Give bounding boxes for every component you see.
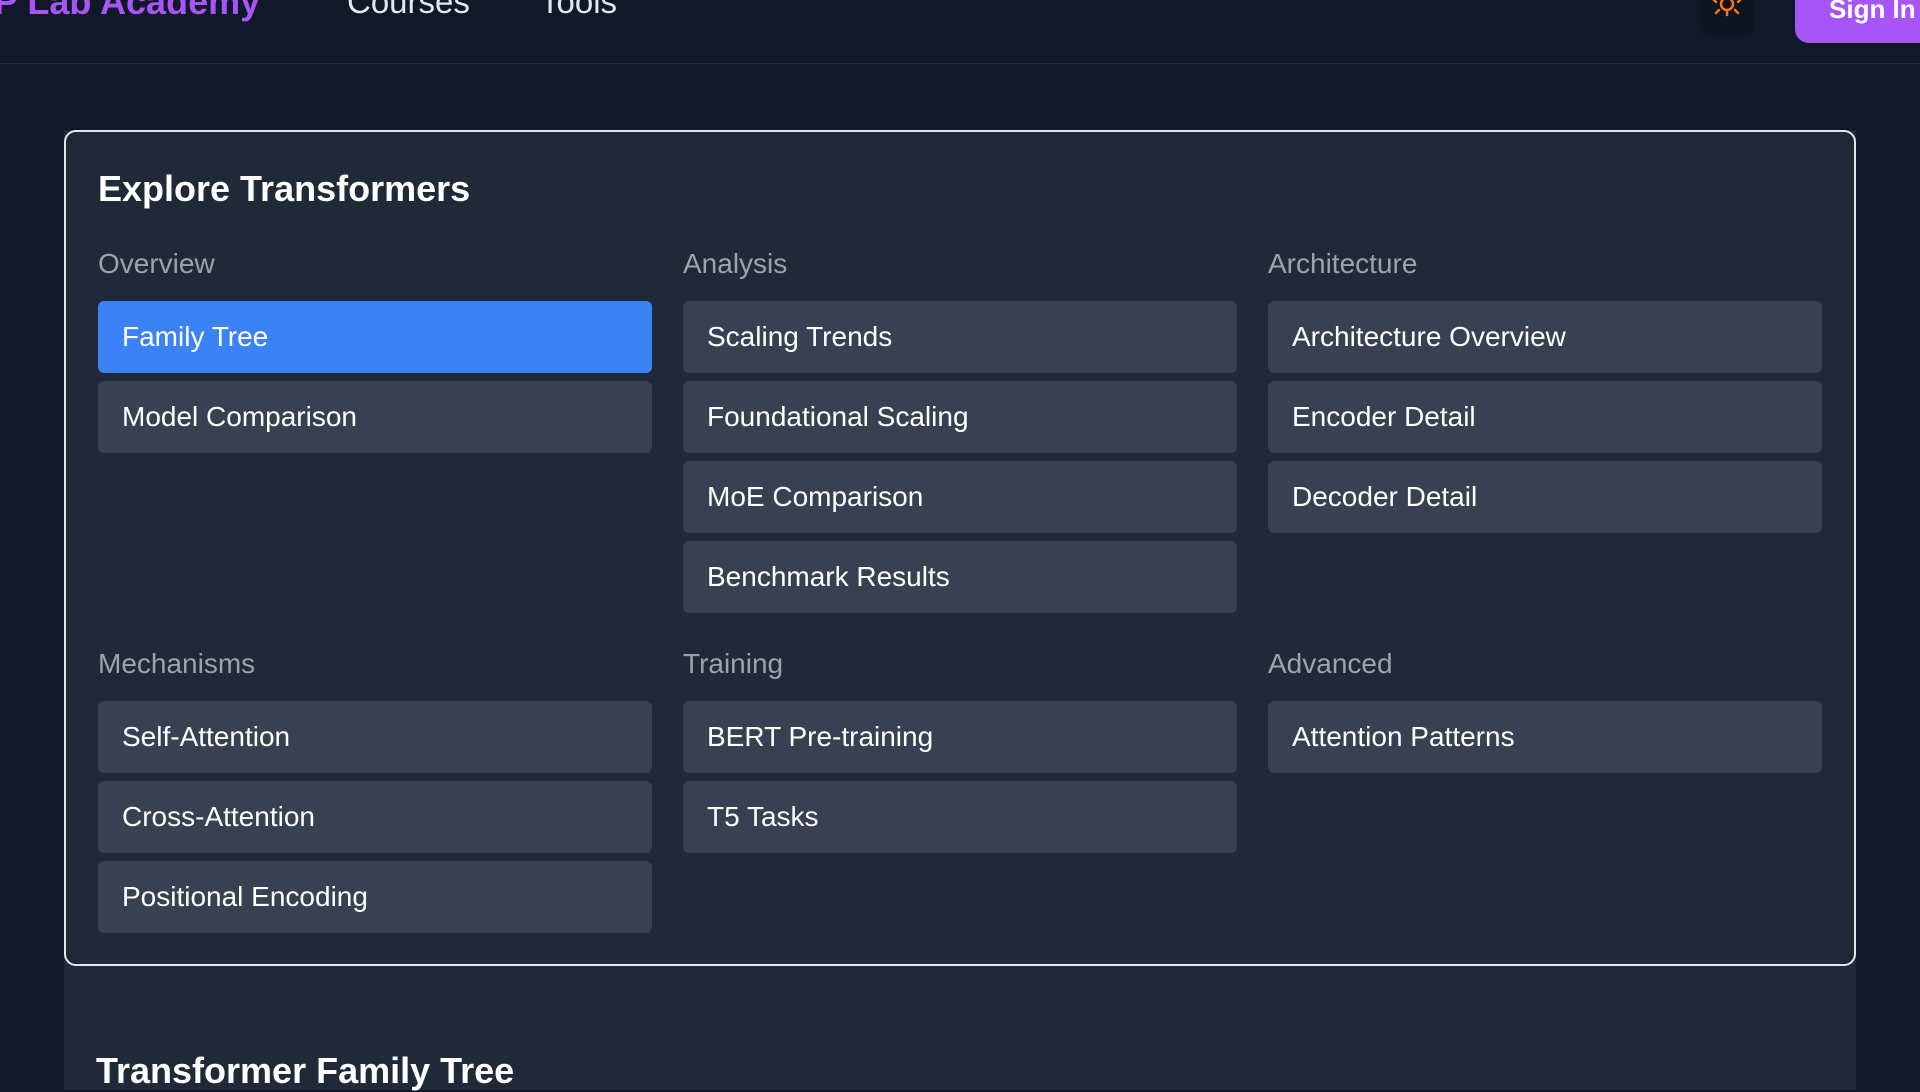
nav-item-moe-comparison[interactable]: MoE Comparison [683, 461, 1237, 533]
group-label-analysis: Analysis [683, 248, 788, 279]
group-label-architecture: Architecture [1268, 248, 1418, 279]
nav-item-positional-encoding[interactable]: Positional Encoding [98, 861, 652, 933]
nav-link-tools[interactable]: Tools [540, 0, 617, 24]
group-label-advanced: Advanced [1268, 648, 1393, 679]
theme-toggle-button[interactable] [1700, 0, 1754, 36]
nav-item-cross-attention[interactable]: Cross-Attention [98, 781, 652, 853]
group-label-training: Training [683, 648, 784, 679]
nav-item-foundational-scaling[interactable]: Foundational Scaling [683, 381, 1237, 453]
nav-item-model-comparison[interactable]: Model Comparison [98, 381, 652, 453]
top-nav-bar: P Lab Academy Courses Tools Sign In [0, 0, 1920, 64]
nav-item-encoder-detail[interactable]: Encoder Detail [1268, 381, 1822, 453]
nav-item-self-attention[interactable]: Self-Attention [98, 701, 652, 773]
group-label-mechanisms: Mechanisms [98, 648, 256, 679]
nav-item-family-tree[interactable]: Family Tree [98, 301, 652, 373]
group-label-overview: Overview [98, 248, 215, 279]
nav-link-courses[interactable]: Courses [347, 0, 470, 24]
brand-logo-text[interactable]: P Lab Academy [0, 0, 260, 24]
nav-item-benchmark-results[interactable]: Benchmark Results [683, 541, 1237, 613]
nav-item-architecture-overview[interactable]: Architecture Overview [1268, 301, 1822, 373]
nav-item-decoder-detail[interactable]: Decoder Detail [1268, 461, 1822, 533]
explore-transformers-panel: Explore Transformers Overview Family Tre… [64, 130, 1856, 966]
section-title-family-tree: Transformer Family Tree [96, 1050, 515, 1091]
explore-title: Explore Transformers [98, 168, 471, 209]
nav-item-attention-patterns[interactable]: Attention Patterns [1268, 701, 1822, 773]
sun-icon [1712, 0, 1742, 17]
sign-in-button[interactable]: Sign In [1795, 0, 1920, 43]
nav-item-t5-tasks[interactable]: T5 Tasks [683, 781, 1237, 853]
nav-item-scaling-trends[interactable]: Scaling Trends [683, 301, 1237, 373]
nav-item-bert-pre-training[interactable]: BERT Pre-training [683, 701, 1237, 773]
